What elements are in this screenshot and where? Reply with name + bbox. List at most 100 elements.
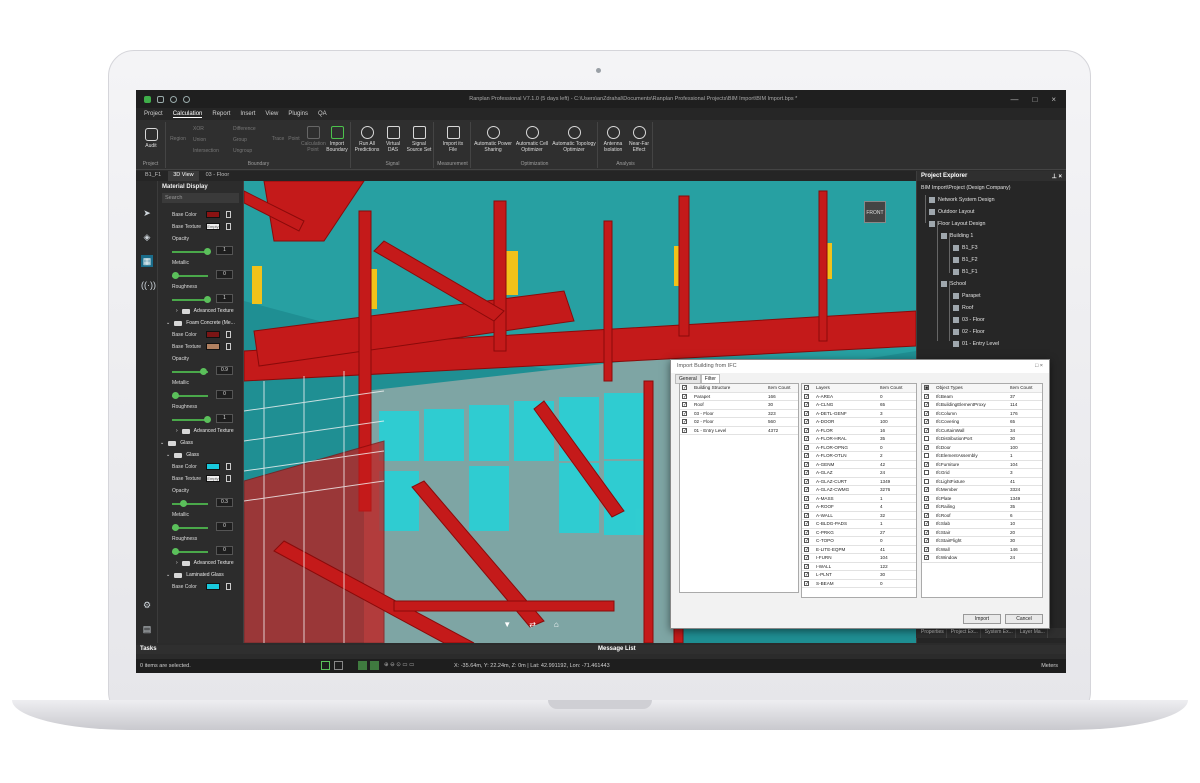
tree-node-b1-f1[interactable]: B1_F1 — [953, 269, 978, 275]
row-checkbox[interactable]: ✓ — [804, 504, 809, 510]
row-checkbox[interactable]: ✓ — [804, 555, 809, 561]
slider-knob[interactable] — [172, 392, 179, 399]
row-checkbox[interactable]: ✓ — [804, 580, 809, 586]
snap-icon[interactable] — [334, 661, 343, 670]
slider-knob[interactable] — [204, 248, 211, 255]
row-checkbox[interactable]: ✓ — [804, 419, 809, 425]
select-all-checkbox[interactable]: ✓ — [682, 385, 687, 391]
audit-button[interactable]: Audit — [140, 128, 162, 149]
slider-knob[interactable] — [172, 272, 179, 279]
point-button[interactable]: Point — [287, 136, 301, 142]
table-row[interactable]: ✓ I-WALL 122 — [802, 563, 916, 571]
layers-icon[interactable]: ◈ — [141, 231, 153, 243]
row-checkbox[interactable] — [924, 470, 929, 475]
row-checkbox[interactable]: ✓ — [924, 555, 929, 561]
texture-thumbnail[interactable] — [206, 343, 220, 350]
import-boundary-button[interactable]: Import Boundary — [325, 126, 349, 153]
row-checkbox[interactable]: ✓ — [804, 444, 809, 450]
xor-button[interactable]: XOR — [193, 126, 223, 132]
select-all-checkbox[interactable]: ✓ — [804, 385, 809, 391]
row-checkbox[interactable]: ✓ — [924, 521, 929, 527]
row-checkbox[interactable]: ✓ — [804, 563, 809, 569]
material-hatch-icon[interactable]: ▦ — [141, 255, 153, 267]
table-row[interactable]: ✓ IfcBeam 37 — [922, 393, 1042, 401]
tab-layer-manager[interactable]: Layer Ma... — [1018, 628, 1048, 638]
row-checkbox[interactable]: ✓ — [804, 470, 809, 476]
table-row[interactable]: ✓ C-TOPO 0 — [802, 537, 916, 546]
table-row[interactable]: ✓ IfcRoof 6 — [922, 512, 1042, 520]
table-row[interactable]: IfcLightFixture 41 — [922, 478, 1042, 486]
base-color-swatch[interactable] — [206, 583, 220, 590]
advanced-texture-section[interactable]: › Advanced Texture — [158, 425, 243, 437]
row-checkbox[interactable]: ✓ — [804, 487, 809, 493]
base-color-swatch[interactable] — [206, 463, 220, 470]
table-row[interactable]: ✓ A-GLAZ-CURT 1349 — [802, 478, 916, 486]
menu-plugins[interactable]: Plugins — [288, 111, 308, 117]
glass-group[interactable]: ⌄ Glass — [158, 437, 243, 449]
tab-03-floor[interactable]: 03 - Floor — [201, 171, 235, 181]
antenna-isolation-button[interactable]: Antenna Isolation — [601, 126, 625, 153]
undo-icon[interactable] — [170, 95, 177, 103]
row-checkbox[interactable]: ✓ — [924, 495, 929, 501]
table-row[interactable]: IfcGrid 3 — [922, 469, 1042, 478]
row-checkbox[interactable]: ✓ — [924, 529, 929, 535]
row-checkbox[interactable]: ✓ — [804, 410, 809, 416]
texture-slot[interactable]: Empty — [206, 475, 220, 482]
zoom-icon[interactable]: ⊕ ⊖ ⊙ ▭ ▭ — [384, 662, 414, 668]
menu-calculation[interactable]: Calculation — [172, 111, 203, 118]
table-row[interactable]: ✓ 02 - Floor 560 — [680, 418, 798, 427]
tree-node-b1-f3[interactable]: B1_F3 — [953, 245, 978, 251]
row-checkbox[interactable]: ✓ — [804, 521, 809, 527]
tree-node-floor-layout-design[interactable]: Floor Layout Design — [929, 221, 985, 227]
automatic-cell-optimizer-button[interactable]: Automatic Cell Optimizer — [514, 126, 550, 153]
tree-node-network-system-design[interactable]: Network System Design — [929, 197, 995, 203]
tree-node-outdoor-layout[interactable]: Outdoor Layout — [929, 209, 975, 215]
minimize-icon[interactable]: — — [1010, 95, 1018, 104]
material-search-input[interactable]: Search — [162, 193, 239, 203]
table-row[interactable]: ✓ IfcStairFlight 30 — [922, 537, 1042, 546]
table-row[interactable]: IfcDistributionPort 30 — [922, 435, 1042, 444]
document-icon[interactable]: ▤ — [141, 623, 153, 635]
material-foam-concrete[interactable]: ⌄ Foam Concrete (Me... — [158, 317, 243, 329]
material-glass[interactable]: ⌄ Glass — [158, 449, 243, 461]
grid-toggle-icon[interactable] — [358, 661, 367, 670]
tree-node-01-entry-level[interactable]: 01 - Entry Level — [953, 341, 999, 347]
row-checkbox[interactable]: ✓ — [804, 572, 809, 578]
table-row[interactable]: ✓ A-DOOR 100 — [802, 418, 916, 427]
automatic-topology-optimizer-button[interactable]: Automatic Topology Optimizer — [552, 126, 596, 153]
row-checkbox[interactable]: ✓ — [804, 427, 809, 433]
table-row[interactable]: ✓ 01 - Entry Level 4372 — [680, 427, 798, 435]
home-icon[interactable]: ⌂ — [554, 620, 559, 629]
cancel-button[interactable]: Cancel — [1005, 614, 1043, 624]
difference-button[interactable]: Difference — [233, 126, 267, 132]
view-cube[interactable]: FRONT — [864, 201, 886, 223]
tab-properties[interactable]: Properties — [919, 628, 947, 638]
run-all-predictions-button[interactable]: Run All Predictions — [354, 126, 380, 153]
select-all-checkbox[interactable]: ■ — [924, 385, 929, 391]
row-checkbox[interactable]: ✓ — [924, 410, 929, 416]
trash-icon[interactable] — [226, 331, 231, 338]
table-row[interactable]: ✓ IfcCovering 65 — [922, 418, 1042, 427]
tab-system-explorer[interactable]: System Ex... — [983, 628, 1016, 638]
tree-node-b1-f2[interactable]: B1_F2 — [953, 257, 978, 263]
row-checkbox[interactable]: ✓ — [924, 512, 929, 518]
trash-icon[interactable] — [226, 583, 231, 590]
roughness-slider[interactable] — [172, 299, 208, 301]
table-row[interactable]: ✓ IfcStair 20 — [922, 529, 1042, 537]
table-row[interactable]: ✓ A-CLNG 65 — [802, 401, 916, 410]
redo-icon[interactable] — [183, 95, 190, 103]
roughness-value[interactable]: 1 — [216, 294, 233, 303]
table-row[interactable]: ✓ IfcWall 146 — [922, 546, 1042, 554]
table-row[interactable]: ✓ IfcMember 3324 — [922, 486, 1042, 495]
metallic-value[interactable]: 0 — [216, 270, 233, 279]
row-checkbox[interactable]: ✓ — [804, 393, 809, 399]
row-checkbox[interactable]: ✓ — [804, 461, 809, 467]
row-checkbox[interactable]: ✓ — [924, 427, 929, 433]
row-checkbox[interactable]: ✓ — [804, 512, 809, 518]
opacity-slider[interactable] — [172, 251, 208, 253]
row-checkbox[interactable]: ✓ — [924, 393, 929, 399]
signal-source-set-button[interactable]: Signal Source Set — [406, 126, 432, 153]
import-button[interactable]: Import — [963, 614, 1001, 624]
trace-button[interactable]: Trace — [271, 136, 285, 142]
row-checkbox[interactable]: ✓ — [804, 495, 809, 501]
